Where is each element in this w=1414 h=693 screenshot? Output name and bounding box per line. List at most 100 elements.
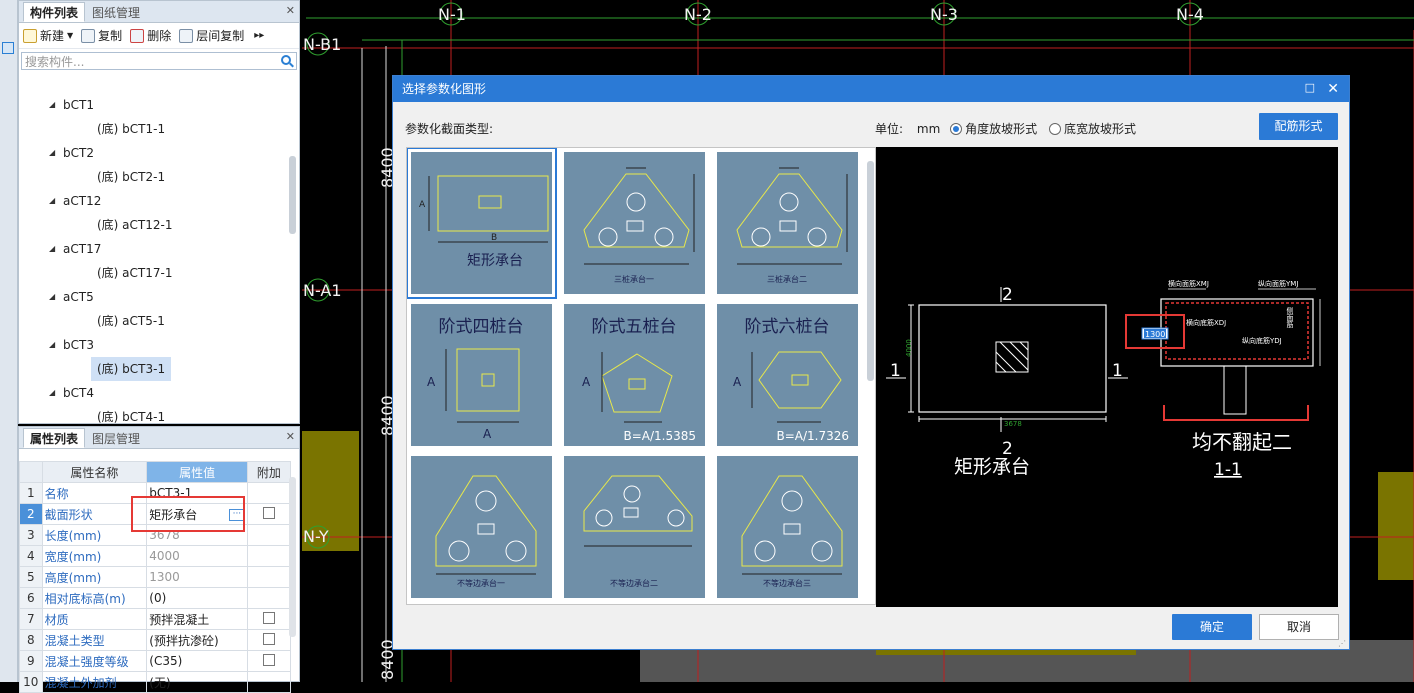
expand-arrow-icon[interactable]: ◢ — [49, 237, 55, 261]
tree-item-group[interactable]: ◢ bCT2 — [19, 141, 289, 165]
tree-item-label: (底) aCT5-1 — [97, 314, 165, 328]
property-scrollbar[interactable] — [289, 477, 296, 637]
shape-thumb[interactable]: 三桩承台一 — [564, 152, 705, 294]
tree-item-group[interactable]: ◢ bCT1 — [19, 93, 289, 117]
tab-drawing-manage[interactable]: 图纸管理 — [85, 2, 147, 22]
layout-icon[interactable] — [2, 42, 14, 54]
property-value[interactable]: (0) — [146, 587, 248, 609]
copy-button[interactable]: 复制 — [81, 27, 122, 44]
rebar-form-button[interactable]: 配筋形式 — [1259, 113, 1338, 140]
property-row[interactable]: 4 宽度(mm) 4000 — [19, 545, 292, 567]
radio-bottom-width-slope[interactable]: 底宽放坡形式 — [1048, 122, 1136, 136]
extra-cell — [246, 503, 292, 525]
component-toolbar: 新建 ▼ 复制 删除 层间复制 ▸▸ — [19, 23, 299, 49]
row-number: 9 — [19, 650, 43, 672]
chevron-down-icon[interactable]: ▼ — [67, 31, 73, 40]
close-icon[interactable]: ✕ — [286, 430, 295, 443]
more-icon[interactable]: ▸▸ — [254, 30, 264, 41]
expand-arrow-icon[interactable]: ◢ — [49, 189, 55, 213]
shape-thumb[interactable]: 不等边承台二 — [564, 456, 705, 598]
expand-arrow-icon[interactable]: ◢ — [49, 381, 55, 405]
extra-checkbox[interactable] — [262, 611, 275, 624]
radio-angle-slope[interactable]: 角度放坡形式 — [950, 122, 1037, 136]
thumb-formula: B=A/1.5385 — [623, 429, 696, 443]
extra-cell — [246, 671, 292, 693]
property-row[interactable]: 8 混凝土类型 (预拌抗渗砼) — [19, 629, 292, 651]
axis-label-na1: N-A1 — [303, 281, 342, 300]
axis-label-ny: N-Y — [303, 527, 329, 546]
property-value[interactable]: 预拌混凝土 — [146, 608, 248, 630]
property-value[interactable]: (无) — [146, 671, 248, 693]
row-number: 6 — [19, 587, 43, 609]
property-value[interactable]: (C35) — [146, 650, 248, 672]
new-button[interactable]: 新建 ▼ — [23, 27, 73, 44]
shape-thumb[interactable]: A 阶式五桩台 B=A/1.5385 — [564, 304, 705, 446]
shape-thumb[interactable]: 三桩承台二 — [717, 152, 858, 294]
tree-scrollbar[interactable] — [289, 156, 296, 234]
property-row[interactable]: 9 混凝土强度等级 (C35) — [19, 650, 292, 672]
tree-item-group[interactable]: ◢ aCT17 — [19, 237, 289, 261]
component-tabbar: 构件列表 图纸管理 — [19, 1, 299, 23]
thumb-formula: B=A/1.7326 — [776, 429, 849, 443]
property-row[interactable]: 7 材质 预拌混凝土 — [19, 608, 292, 630]
property-row[interactable]: 10 混凝土外加剂 (无) — [19, 671, 292, 693]
gallery-scrollbar[interactable] — [867, 161, 874, 381]
property-value[interactable]: 1300 — [146, 566, 248, 588]
tab-layer-manage[interactable]: 图层管理 — [85, 428, 147, 448]
tree-item-child[interactable]: (底) bCT3-1 — [19, 357, 289, 381]
tree-item-child[interactable]: (底) bCT1-1 — [19, 117, 289, 141]
tab-component-list[interactable]: 构件列表 — [23, 2, 86, 22]
tree-item-child[interactable]: (底) aCT5-1 — [19, 309, 289, 333]
tree-item-child[interactable]: (底) aCT17-1 — [19, 261, 289, 285]
axis-label-n1: N-1 — [438, 5, 466, 24]
tree-item-group[interactable]: ◢ bCT3 — [19, 333, 289, 357]
expand-arrow-icon[interactable]: ◢ — [49, 93, 55, 117]
property-value-text: (预拌抗渗砼) — [149, 633, 219, 648]
thumb-drawing: 三桩承台一 — [583, 167, 695, 284]
shape-name-text: 矩形承台 — [954, 456, 1030, 478]
svg-text:A: A — [483, 427, 492, 441]
delete-button[interactable]: 删除 — [130, 27, 171, 44]
property-row[interactable]: 6 相对底标高(m) (0) — [19, 587, 292, 609]
tab-property-list[interactable]: 属性列表 — [23, 428, 86, 448]
extra-checkbox[interactable] — [262, 653, 275, 666]
property-value-text: 4000 — [149, 549, 180, 563]
search-input[interactable]: 搜索构件... — [21, 52, 297, 70]
rebar-x-label: 横向面筋XMJ — [1168, 279, 1209, 288]
tree-item-child[interactable]: (底) aCT12-1 — [19, 213, 289, 237]
extra-cell — [246, 545, 292, 567]
close-icon[interactable]: ✕ — [1327, 76, 1339, 102]
expand-arrow-icon[interactable]: ◢ — [49, 285, 55, 309]
section-num-top: 2 — [1002, 285, 1013, 305]
tree-item-group[interactable]: ◢ aCT5 — [19, 285, 289, 309]
shape-thumb[interactable]: 不等边承台一 — [411, 456, 552, 598]
tree-item-child[interactable]: (底) bCT2-1 — [19, 165, 289, 189]
tree-item-group[interactable]: ◢ bCT4 — [19, 381, 289, 405]
extra-checkbox[interactable] — [262, 632, 275, 645]
property-name: 材质 — [41, 608, 148, 630]
shape-thumb[interactable]: A 阶式六桩台 B=A/1.7326 — [717, 304, 858, 446]
floor-copy-button[interactable]: 层间复制 — [179, 27, 244, 44]
expand-arrow-icon[interactable]: ◢ — [49, 141, 55, 165]
tree-item-label: bCT1 — [63, 98, 94, 112]
shape-thumb[interactable]: 不等边承台三 — [717, 456, 858, 598]
search-icon[interactable] — [281, 55, 291, 65]
thumb-caption: 矩形承台 — [467, 253, 523, 269]
unit-label: 单位: — [875, 122, 904, 136]
ok-button[interactable]: 确定 — [1172, 614, 1252, 640]
maximize-icon[interactable]: □ — [1305, 75, 1315, 101]
expand-arrow-icon[interactable]: ◢ — [49, 333, 55, 357]
shape-thumb[interactable]: A B 矩形承台 — [407, 148, 557, 299]
tree-item-group[interactable]: ◢ aCT12 — [19, 189, 289, 213]
cancel-button[interactable]: 取消 — [1259, 614, 1339, 640]
floor-copy-icon — [179, 28, 194, 43]
resize-grip-icon[interactable]: ⋰ — [1338, 639, 1346, 648]
extra-checkbox[interactable] — [262, 506, 275, 519]
property-row[interactable]: 5 高度(mm) 1300 — [19, 566, 292, 588]
highlight-box — [131, 496, 245, 532]
thumb-caption: 三桩承台二 — [767, 274, 807, 284]
close-icon[interactable]: ✕ — [286, 4, 295, 17]
property-value[interactable]: (预拌抗渗砼) — [146, 629, 248, 651]
property-value[interactable]: 4000 — [146, 545, 248, 567]
shape-thumb[interactable]: A A 阶式四桩台 — [411, 304, 552, 446]
